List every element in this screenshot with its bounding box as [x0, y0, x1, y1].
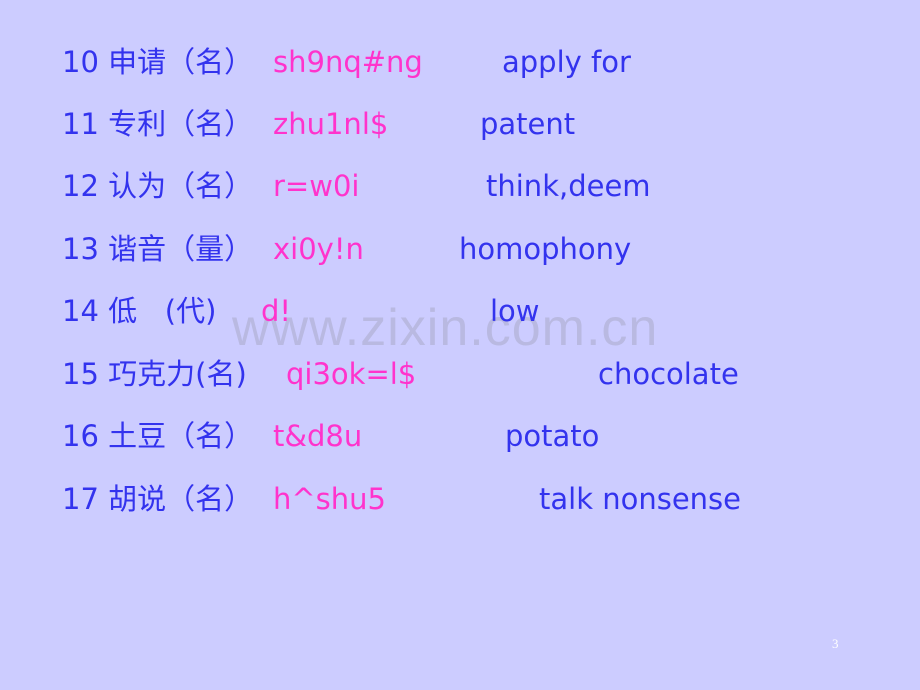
vocab-entry: 15 巧克力(名) qi3ok=l$ chocolate	[0, 354, 920, 394]
vocab-entry: 10 申请（名） sh9nq#ng apply for	[0, 42, 920, 82]
entry-term: 17 胡说（名）	[62, 479, 253, 519]
entry-term: 15 巧克力(名)	[62, 354, 247, 394]
entry-pos: (代)	[137, 294, 217, 328]
entry-number: 17	[62, 482, 99, 516]
entry-meaning: patent	[480, 107, 576, 141]
entry-number: 10	[62, 45, 99, 79]
entry-term: 16 土豆（名）	[62, 416, 253, 456]
entry-meaning: homophony	[459, 232, 632, 266]
entry-pos: （量）	[166, 232, 254, 266]
entry-term: 13 谐音（量）	[62, 229, 253, 269]
entry-term: 14 低 (代)	[62, 291, 216, 331]
vocab-entry: 12 认为（名） r=w0i think,deem	[0, 166, 920, 206]
entry-number: 13	[62, 232, 99, 266]
entry-word: 胡说	[108, 482, 167, 516]
entry-pinyin: r=w0i	[273, 169, 360, 203]
entry-meaning: apply for	[502, 45, 631, 79]
entry-pinyin: xi0y!n	[273, 232, 364, 266]
vocab-entry: 16 土豆（名） t&d8u potato	[0, 416, 920, 456]
entry-term: 12 认为（名）	[62, 166, 253, 206]
slide: www.zixin.com.cn 10 申请（名） sh9nq#ng apply…	[0, 0, 920, 690]
entry-word: 谐音	[108, 232, 167, 266]
entry-pinyin: h^shu5	[273, 482, 386, 516]
entry-pos: (名)	[195, 357, 247, 391]
entry-pos: （名）	[166, 45, 254, 79]
vocab-entry: 17 胡说（名） h^shu5 talk nonsense	[0, 479, 920, 519]
entry-pos: （名）	[166, 107, 254, 141]
entry-pinyin: qi3ok=l$	[286, 357, 417, 391]
entry-pinyin: zhu1nl$	[273, 107, 389, 141]
entry-word: 土豆	[108, 419, 167, 453]
vocab-entry: 11 专利（名） zhu1nl$ patent	[0, 104, 920, 144]
entry-term: 10 申请（名）	[62, 42, 253, 82]
entry-number: 12	[62, 169, 99, 203]
entry-word: 低	[108, 294, 138, 328]
entry-meaning: think,deem	[486, 169, 651, 203]
entry-meaning: talk nonsense	[539, 482, 741, 516]
entry-pos: （名）	[166, 169, 254, 203]
entry-term: 11 专利（名）	[62, 104, 253, 144]
entry-word: 巧克力	[108, 357, 196, 391]
entry-pos: （名）	[166, 482, 254, 516]
entry-number: 15	[62, 357, 99, 391]
entry-word: 专利	[108, 107, 167, 141]
entry-pos: （名）	[166, 419, 254, 453]
entry-pinyin: sh9nq#ng	[273, 45, 423, 79]
entry-number: 14	[62, 294, 99, 328]
entry-word: 认为	[108, 169, 167, 203]
entry-number: 11	[62, 107, 99, 141]
entry-pinyin: t&d8u	[273, 419, 363, 453]
entry-word: 申请	[108, 45, 167, 79]
entry-meaning: potato	[505, 419, 600, 453]
vocab-entry: 13 谐音（量） xi0y!n homophony	[0, 229, 920, 269]
entry-pinyin: d!	[261, 294, 292, 328]
vocab-entry: 14 低 (代) d! low	[0, 291, 920, 331]
entry-meaning: low	[490, 294, 540, 328]
entry-number: 16	[62, 419, 99, 453]
entry-meaning: chocolate	[598, 357, 739, 391]
page-number: 3	[832, 636, 839, 651]
